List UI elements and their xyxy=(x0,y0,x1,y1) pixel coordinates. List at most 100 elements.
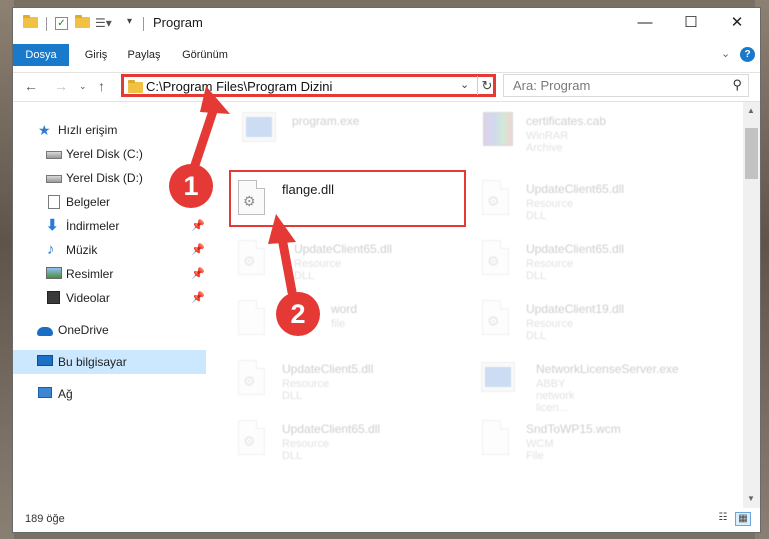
callout-step-2: 2 xyxy=(276,292,320,336)
dll-file-icon: ⚙ xyxy=(480,299,512,337)
tab-paylas[interactable]: Paylaş xyxy=(123,44,165,66)
exe-file-icon xyxy=(242,112,276,142)
status-bar: 189 öğe ☷ ▦ xyxy=(13,508,760,532)
file-name: NetworkLicenseServer.exe xyxy=(536,362,679,376)
tab-gorunum[interactable]: Görünüm xyxy=(177,44,233,66)
scroll-up-icon[interactable]: ▲ xyxy=(747,106,755,115)
minimize-button[interactable]: — xyxy=(622,8,668,39)
file-type: Resource DLL xyxy=(526,318,574,342)
title-bar: ✓ ☰▾ ▾ Program — ☐ ✕ xyxy=(13,8,760,39)
file-type: Resource DLL xyxy=(526,198,574,222)
forward-arrow-icon[interactable]: → xyxy=(54,78,68,94)
address-row: ← → ⌄ ↑ C:\Program Files\Program Dizini … xyxy=(13,72,760,102)
ribbon-tabs: Dosya Giriş Paylaş Görünüm ⌄ ? xyxy=(13,44,760,66)
vertical-scrollbar[interactable]: ▲ ▼ xyxy=(743,102,760,508)
maximize-button[interactable]: ☐ xyxy=(668,8,714,39)
nav-item-network[interactable]: Ağ xyxy=(13,382,206,406)
nav-item-music[interactable]: ♪ Müzik 📌 xyxy=(13,238,206,262)
expand-ribbon-icon[interactable]: ⌄ xyxy=(721,47,730,60)
pin-icon[interactable]: 📌 xyxy=(191,286,205,310)
address-dropdown-icon[interactable]: ⌄ xyxy=(460,78,469,91)
search-box[interactable]: Ara: Program ⚲ xyxy=(503,74,749,97)
file-icon xyxy=(480,419,512,457)
title-separator xyxy=(143,17,144,31)
back-arrow-icon[interactable]: ← xyxy=(24,78,38,94)
folder-icon xyxy=(128,80,143,93)
dll-file-icon: ⚙ xyxy=(236,359,268,397)
close-button[interactable]: ✕ xyxy=(714,8,760,39)
winrar-archive-icon xyxy=(483,112,513,146)
drive-icon xyxy=(46,151,62,159)
pin-icon[interactable]: 📌 xyxy=(191,214,205,238)
nav-item-onedrive[interactable]: OneDrive xyxy=(13,318,206,342)
search-icon[interactable]: ⚲ xyxy=(732,77,742,93)
nav-item-label: Ağ xyxy=(58,387,73,401)
dll-file-icon: ⚙ xyxy=(480,239,512,277)
file-name: UpdateClient5.dll xyxy=(282,362,374,376)
file-name: certificates.cab xyxy=(526,114,607,128)
nav-item-quick-access[interactable]: ★ Hızlı erişim xyxy=(13,118,206,142)
dll-file-icon: ⚙ xyxy=(236,419,268,457)
file-name: UpdateClient65.dll xyxy=(526,182,625,196)
window-title: Program xyxy=(153,15,203,30)
downloads-icon: ⬇ xyxy=(46,217,59,234)
file-type: ABBY network licen... xyxy=(536,378,575,414)
pin-icon[interactable]: 📌 xyxy=(191,238,205,262)
toolbar-dropdown-icon[interactable]: ▾ xyxy=(127,16,132,27)
file-type: Resource DLL xyxy=(526,258,574,282)
nav-item-label: Müzik xyxy=(66,243,98,257)
onedrive-icon xyxy=(37,327,53,336)
tab-giris[interactable]: Giriş xyxy=(80,44,112,66)
recent-locations-icon[interactable]: ⌄ xyxy=(79,81,87,92)
scroll-down-icon[interactable]: ▼ xyxy=(747,494,755,503)
nav-item-downloads[interactable]: ⬇ İndirmeler 📌 xyxy=(13,214,206,238)
file-type: WinRAR Archive xyxy=(526,130,569,154)
folder-icon xyxy=(23,15,38,28)
item-count: 189 öğe xyxy=(25,513,65,525)
nav-item-label: Hızlı erişim xyxy=(58,123,118,137)
nav-item-pictures[interactable]: Resimler 📌 xyxy=(13,262,206,286)
file-name: UpdateClient65.dll xyxy=(282,422,381,436)
documents-icon xyxy=(48,195,60,209)
nav-item-label: Resimler xyxy=(66,267,114,281)
large-icons-view-icon[interactable]: ▦ xyxy=(735,512,751,526)
file-name: SndToWP15.wcm xyxy=(526,422,621,436)
file-name: program.exe xyxy=(292,114,360,128)
nav-item-this-pc[interactable]: Bu bilgisayar xyxy=(13,350,206,374)
nav-item-label: OneDrive xyxy=(58,323,109,337)
network-icon xyxy=(38,387,52,398)
this-pc-icon xyxy=(37,355,53,366)
nav-item-label: İndirmeler xyxy=(66,219,120,233)
address-path: C:\Program Files\Program Dizini xyxy=(146,79,333,94)
file-name: word xyxy=(331,302,358,316)
callout-step-1: 1 xyxy=(169,164,213,208)
tab-dosya[interactable]: Dosya xyxy=(13,44,69,66)
pin-icon[interactable]: 📌 xyxy=(191,262,205,286)
nav-item-local-disk-c[interactable]: Yerel Disk (C:) xyxy=(13,142,206,166)
drive-icon xyxy=(46,175,62,183)
dll-file-icon: ⚙ xyxy=(480,179,512,217)
navigation-pane: ★ Hızlı erişim Yerel Disk (C:) Yerel Dis… xyxy=(13,102,208,502)
up-arrow-icon[interactable]: ↑ xyxy=(98,78,105,94)
new-folder-icon[interactable] xyxy=(75,15,90,28)
quick-access-star-icon: ★ xyxy=(38,122,51,138)
file-name: UpdateClient19.dll xyxy=(526,302,625,316)
file-name: UpdateClient65.dll xyxy=(294,242,393,256)
details-view-icon[interactable]: ☷ xyxy=(715,512,731,526)
videos-icon xyxy=(47,291,60,304)
file-name: UpdateClient65.dll xyxy=(526,242,625,256)
scrollbar-thumb[interactable] xyxy=(745,128,758,179)
refresh-icon[interactable]: ↻ xyxy=(477,76,496,95)
file-explorer-window: ✓ ☰▾ ▾ Program — ☐ ✕ Dosya Giriş Paylaş … xyxy=(13,8,760,532)
help-icon[interactable]: ? xyxy=(740,47,755,62)
nav-item-videos[interactable]: Videolar 📌 xyxy=(13,286,206,310)
nav-item-label: Yerel Disk (C:) xyxy=(66,147,143,161)
nav-item-label: Belgeler xyxy=(66,195,111,209)
properties-icon[interactable]: ✓ xyxy=(55,17,68,30)
address-bar[interactable]: C:\Program Files\Program Dizini ⌄ ↻ xyxy=(121,74,496,97)
file-icon xyxy=(236,299,268,337)
search-placeholder: Ara: Program xyxy=(513,78,591,93)
customize-toolbar-icon[interactable]: ☰▾ xyxy=(95,16,112,30)
file-type: Resource DLL xyxy=(282,378,330,402)
flange-dll-highlight-box xyxy=(229,170,466,227)
